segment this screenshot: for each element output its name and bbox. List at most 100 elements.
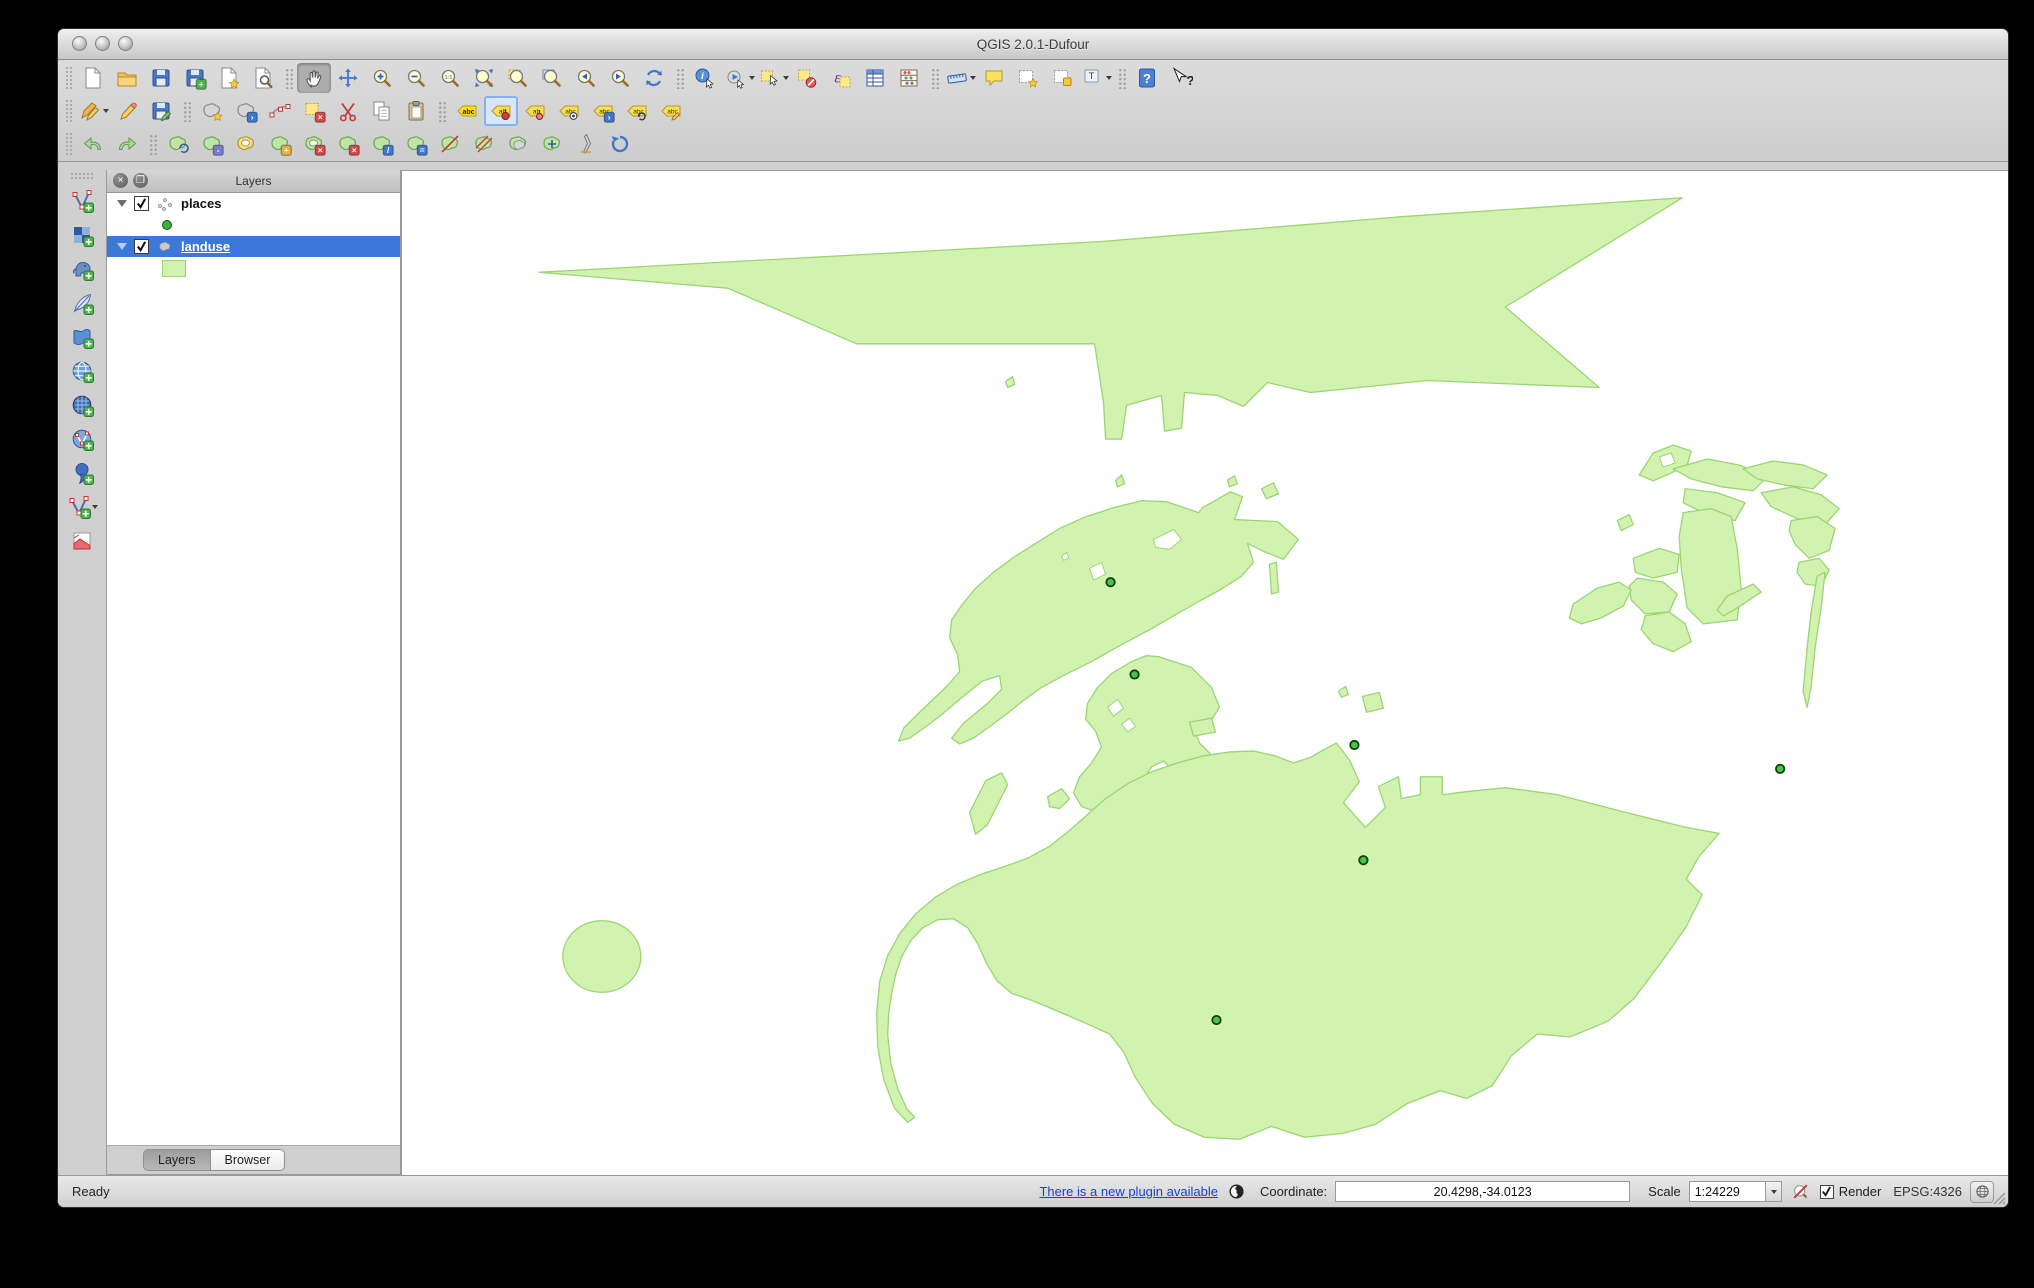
label-rotate[interactable]: abc bbox=[620, 96, 654, 126]
add-part[interactable]: + bbox=[263, 129, 297, 159]
redo[interactable] bbox=[110, 129, 144, 159]
delete-part[interactable]: × bbox=[331, 129, 365, 159]
merge-attributes[interactable] bbox=[535, 129, 569, 159]
pan-map[interactable] bbox=[297, 63, 331, 93]
minimize-window-button[interactable] bbox=[95, 36, 110, 51]
new-project[interactable] bbox=[76, 63, 110, 93]
label-highlight[interactable]: ab bbox=[518, 96, 552, 126]
text-annotation[interactable]: T bbox=[1079, 63, 1113, 93]
deselect-features[interactable] bbox=[790, 63, 824, 93]
current-edits[interactable] bbox=[76, 96, 110, 126]
add-vector-layer[interactable] bbox=[64, 184, 100, 218]
copy-features[interactable] bbox=[365, 96, 399, 126]
zoom-last[interactable] bbox=[569, 63, 603, 93]
panel-close-icon[interactable]: × bbox=[113, 173, 128, 188]
tab-browser[interactable]: Browser bbox=[210, 1149, 286, 1171]
measure[interactable] bbox=[943, 63, 977, 93]
zoom-window-button[interactable] bbox=[118, 36, 133, 51]
save-layer-edits[interactable] bbox=[144, 96, 178, 126]
scale-dropdown-icon[interactable] bbox=[1765, 1182, 1781, 1201]
zoom-in[interactable] bbox=[365, 63, 399, 93]
delete-ring[interactable]: × bbox=[297, 129, 331, 159]
select-features[interactable] bbox=[756, 63, 790, 93]
node-tool[interactable] bbox=[263, 96, 297, 126]
toolbar-drag-handle[interactable] bbox=[65, 66, 73, 90]
resize-grip[interactable] bbox=[1991, 1190, 2006, 1205]
place-point[interactable] bbox=[1106, 578, 1114, 586]
layer-visibility-checkbox[interactable] bbox=[134, 196, 149, 211]
remove-layer[interactable] bbox=[64, 524, 100, 558]
composer-manager[interactable] bbox=[246, 63, 280, 93]
add-wms-layer[interactable] bbox=[64, 354, 100, 388]
stop-render-icon[interactable] bbox=[1791, 1182, 1810, 1201]
delete-selected[interactable]: × bbox=[297, 96, 331, 126]
toolbar-drag-handle[interactable] bbox=[65, 132, 73, 156]
open-project[interactable] bbox=[110, 63, 144, 93]
landuse-polygon-small-quad[interactable] bbox=[1190, 718, 1216, 736]
layer-item-landuse[interactable]: landuse bbox=[107, 236, 400, 257]
toolbar-drag-handle[interactable] bbox=[65, 99, 73, 123]
paste-features[interactable] bbox=[399, 96, 433, 126]
add-wfs-layer[interactable] bbox=[64, 422, 100, 456]
zoom-full[interactable] bbox=[467, 63, 501, 93]
toolbar-drag-handle[interactable] bbox=[70, 172, 94, 180]
place-point[interactable] bbox=[1350, 741, 1358, 749]
field-calculator[interactable] bbox=[892, 63, 926, 93]
run-feature-action[interactable] bbox=[722, 63, 756, 93]
rotate-point-symbols[interactable] bbox=[603, 129, 637, 159]
zoom-out[interactable] bbox=[399, 63, 433, 93]
save-project[interactable] bbox=[144, 63, 178, 93]
whats-this[interactable]: ? bbox=[1164, 63, 1198, 93]
save-project-as[interactable]: + bbox=[178, 63, 212, 93]
split-features[interactable] bbox=[433, 129, 467, 159]
place-point[interactable] bbox=[1359, 856, 1367, 864]
label-pin[interactable]: ab bbox=[484, 96, 518, 126]
open-attribute-table[interactable] bbox=[858, 63, 892, 93]
expand-arrow-icon[interactable] bbox=[117, 200, 127, 207]
fill-ring[interactable] bbox=[569, 129, 603, 159]
reshape-features[interactable]: / bbox=[365, 129, 399, 159]
simplify-feature[interactable]: - bbox=[195, 129, 229, 159]
close-window-button[interactable] bbox=[72, 36, 87, 51]
landuse-polygon-pond[interactable] bbox=[563, 921, 641, 993]
zoom-to-selection[interactable] bbox=[501, 63, 535, 93]
map-refresh[interactable] bbox=[637, 63, 671, 93]
scale-combobox[interactable]: 1:24229 bbox=[1689, 1181, 1782, 1202]
expand-arrow-icon[interactable] bbox=[117, 243, 127, 250]
title-bar[interactable]: QGIS 2.0.1-Dufour bbox=[58, 29, 2008, 60]
layer-item-places[interactable]: places bbox=[107, 193, 400, 214]
add-postgis-layer[interactable] bbox=[64, 252, 100, 286]
cut-features[interactable] bbox=[331, 96, 365, 126]
add-ring[interactable] bbox=[229, 129, 263, 159]
landuse-polygon-sliver-bit[interactable] bbox=[1269, 562, 1278, 594]
pan-to-selection[interactable] bbox=[331, 63, 365, 93]
label-move[interactable]: abc› bbox=[586, 96, 620, 126]
layer-labeling[interactable]: abc bbox=[450, 96, 484, 126]
rotate-feature[interactable] bbox=[161, 129, 195, 159]
help-contents[interactable]: ? bbox=[1130, 63, 1164, 93]
new-bookmark[interactable] bbox=[1011, 63, 1045, 93]
new-print-composer[interactable] bbox=[212, 63, 246, 93]
select-by-expression[interactable]: ε bbox=[824, 63, 858, 93]
add-mssql-layer[interactable] bbox=[64, 320, 100, 354]
label-properties[interactable]: abc bbox=[654, 96, 688, 126]
plugin-icon[interactable] bbox=[1227, 1182, 1246, 1201]
new-shapefile-layer[interactable] bbox=[64, 490, 100, 524]
place-point[interactable] bbox=[1212, 1016, 1220, 1024]
label-visibility[interactable]: abc bbox=[552, 96, 586, 126]
coordinate-input[interactable]: 20.4298,-34.0123 bbox=[1335, 1181, 1630, 1202]
undo[interactable] bbox=[76, 129, 110, 159]
toggle-editing[interactable] bbox=[110, 96, 144, 126]
zoom-native[interactable]: 1:1 bbox=[433, 63, 467, 93]
panel-float-icon[interactable]: ❐ bbox=[133, 173, 148, 188]
add-raster-layer[interactable] bbox=[64, 218, 100, 252]
zoom-to-layer[interactable] bbox=[535, 63, 569, 93]
tab-layers[interactable]: Layers bbox=[143, 1149, 210, 1171]
zoom-next[interactable] bbox=[603, 63, 637, 93]
add-wcs-layer[interactable] bbox=[64, 388, 100, 422]
add-feature[interactable] bbox=[195, 96, 229, 126]
move-feature[interactable]: › bbox=[229, 96, 263, 126]
new-plugin-link[interactable]: There is a new plugin available bbox=[1039, 1184, 1218, 1199]
render-checkbox[interactable] bbox=[1820, 1185, 1834, 1199]
map-canvas[interactable] bbox=[401, 170, 2008, 1175]
